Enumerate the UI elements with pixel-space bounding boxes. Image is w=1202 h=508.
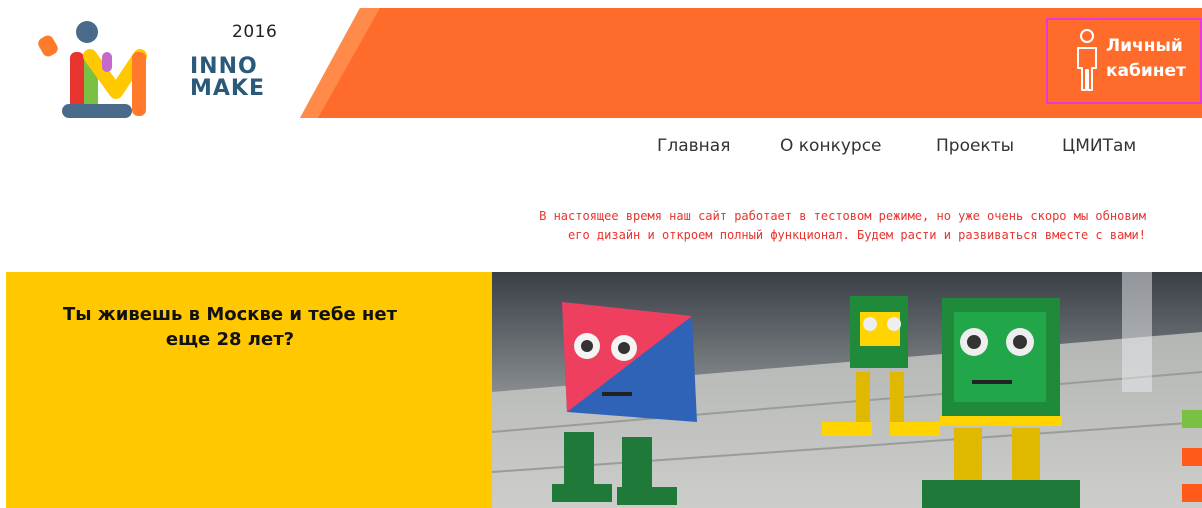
robots-photo <box>492 272 1202 508</box>
hero-headline: Ты живешь в Москве и тебе нет еще 28 лет… <box>62 304 398 350</box>
nav-item-cmit[interactable]: ЦМИТам <box>1062 136 1136 156</box>
nav-item-projects[interactable]: Проекты <box>936 136 1014 156</box>
robots-image <box>492 272 1202 508</box>
nav-item-about[interactable]: О конкурсе <box>780 136 882 156</box>
nav-item-home[interactable]: Главная <box>657 136 730 156</box>
logo-name: INNO MAKE <box>190 56 270 100</box>
notice-line-2: его дизайн и откроем полный функционал. … <box>568 228 1146 242</box>
personal-cabinet-label: Личный кабинет <box>1106 36 1186 81</box>
slider-dot-1[interactable] <box>1182 410 1202 428</box>
person-icon <box>1077 29 1097 91</box>
logo-name-text: INNO MAKE <box>190 54 265 101</box>
logo-year: 2016 <box>232 22 278 42</box>
slider-dot-2[interactable] <box>1182 448 1202 466</box>
test-mode-notice: В настоящее время наш сайт работает в те… <box>360 207 1146 245</box>
notice-line-1: В настоящее время наш сайт работает в те… <box>539 209 1146 223</box>
slider-dot-3[interactable] <box>1182 484 1202 502</box>
